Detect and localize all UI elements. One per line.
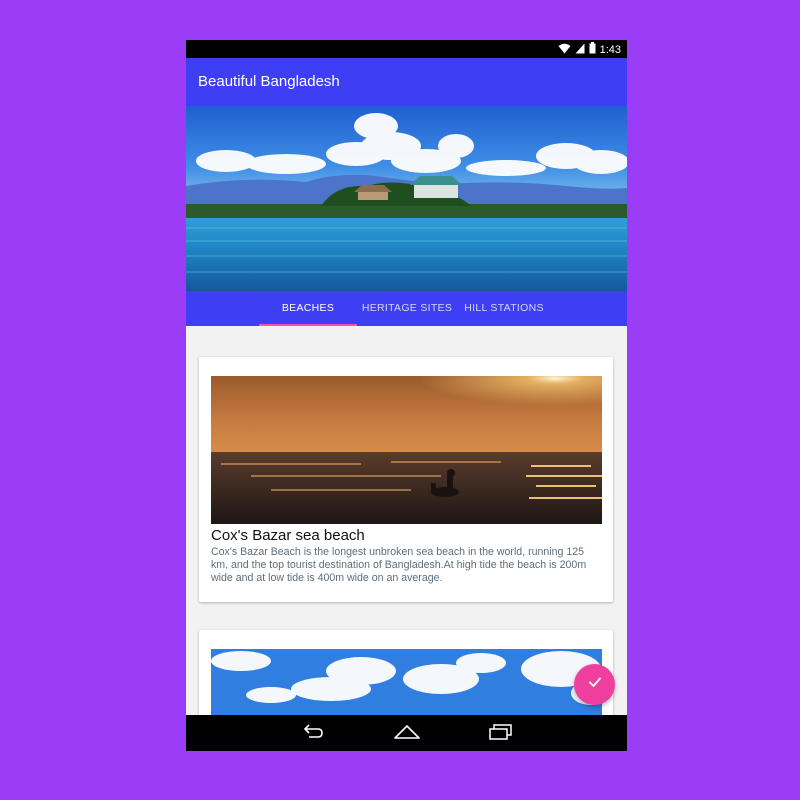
- home-icon[interactable]: [393, 723, 421, 746]
- list-item[interactable]: Cox's Bazar sea beach Cox's Bazar Beach …: [199, 357, 613, 602]
- card-image: [211, 649, 602, 715]
- check-icon: [587, 674, 603, 695]
- signal-icon: [575, 43, 585, 57]
- hero-image: [186, 106, 627, 291]
- back-icon[interactable]: [300, 723, 326, 746]
- battery-icon: [589, 42, 596, 57]
- android-device-screen: 1:43 Beautiful Bangladesh BEACHES HERITA…: [186, 40, 627, 751]
- card-description: Cox's Bazar Beach is the longest unbroke…: [211, 546, 587, 584]
- card-title: Cox's Bazar sea beach: [211, 527, 365, 544]
- card-image: [211, 376, 602, 524]
- tab-hill-stations[interactable]: HILL STATIONS: [457, 291, 551, 326]
- navigation-bar: [186, 715, 627, 751]
- status-time: 1:43: [599, 43, 621, 56]
- wifi-icon: [558, 43, 571, 57]
- recents-icon[interactable]: [487, 723, 513, 746]
- tab-beaches[interactable]: BEACHES: [259, 291, 357, 326]
- card-list[interactable]: Cox's Bazar sea beach Cox's Bazar Beach …: [186, 326, 627, 715]
- tab-heritage-sites[interactable]: HERITAGE SITES: [357, 291, 457, 326]
- check-fab-button[interactable]: [574, 664, 615, 705]
- app-bar: Beautiful Bangladesh: [186, 58, 627, 106]
- list-item[interactable]: [199, 630, 613, 715]
- tab-bar: BEACHES HERITAGE SITES HILL STATIONS: [186, 291, 627, 326]
- app-title: Beautiful Bangladesh: [198, 73, 340, 90]
- status-bar: 1:43: [186, 40, 627, 58]
